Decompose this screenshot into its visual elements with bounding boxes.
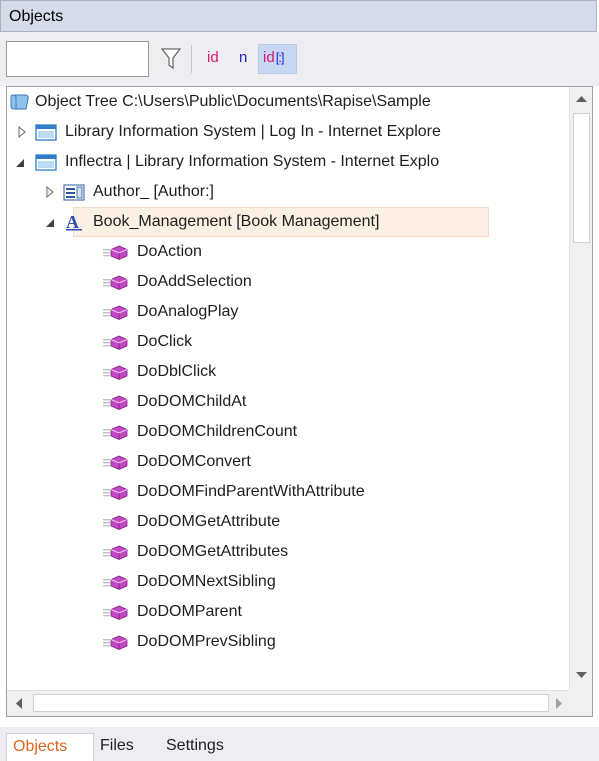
tree-action-item[interactable]: DoDOMConvert (7, 447, 570, 477)
tree-action-label: DoDOMFindParentWithAttribute (137, 483, 365, 500)
tree-action-item[interactable]: DoClick (7, 327, 570, 357)
tree-action-item[interactable]: DoDOMChildAt (7, 387, 570, 417)
tree-action-item[interactable]: DoDOMFindParentWithAttribute (7, 477, 570, 507)
tree-window-label: Library Information System | Log In - In… (65, 123, 441, 140)
method-icon (103, 605, 128, 620)
tree-action-label: DoClick (137, 333, 193, 350)
tree-action-item[interactable]: DoAnalogPlay (7, 297, 570, 327)
panel-tabs: Objects Files Settings (0, 727, 599, 761)
tree-action-item[interactable]: DoDOMGetAttribute (7, 507, 570, 537)
tree-action-label: DoDOMGetAttributes (137, 543, 289, 560)
tree-window-item[interactable]: Library Information System | Log In - In… (7, 117, 570, 147)
method-icon (103, 365, 128, 380)
object-tree-icon (10, 94, 29, 110)
tab-settings[interactable]: Settings (160, 733, 250, 761)
object-tree[interactable]: Object Tree C:\Users\Public\Documents\Ra… (7, 87, 570, 690)
method-icon (103, 335, 128, 350)
tree-object-label: Author_ [Author:] (93, 183, 214, 200)
scroll-right-arrow-icon[interactable] (555, 698, 563, 709)
tree-action-label: DoAction (137, 243, 202, 260)
method-icon (103, 575, 128, 590)
tree-action-item[interactable]: DoDOMGetAttributes (7, 537, 570, 567)
horizontal-scroll-thumb[interactable] (33, 694, 549, 712)
method-icon (103, 455, 128, 470)
tree-object-item[interactable]: Author_ [Author:] (7, 177, 570, 207)
tree-action-label: DoAnalogPlay (137, 303, 239, 320)
tree-object-item[interactable]: A Book_Management [Book Management] (7, 207, 570, 237)
tree-action-item[interactable]: DoDOMPrevSibling (7, 627, 570, 657)
tree-action-item[interactable]: DoDblClick (7, 357, 570, 387)
method-icon (103, 275, 128, 290)
vertical-scroll-thumb[interactable] (573, 113, 590, 243)
collapse-arrow-icon[interactable] (45, 217, 55, 229)
method-icon (103, 245, 128, 260)
collapse-arrow-icon[interactable] (15, 157, 25, 169)
toolbar-separator (191, 45, 192, 73)
tree-window-item[interactable]: Inflectra | Library Information System -… (7, 147, 570, 177)
svg-text:A: A (66, 213, 79, 231)
tree-action-label: DoDOMNextSibling (137, 573, 276, 590)
tree-action-label: DoDOMPrevSibling (137, 633, 276, 650)
tree-object-label: Book_Management [Book Management] (93, 213, 380, 230)
tree-action-item[interactable]: DoAddSelection (7, 267, 570, 297)
panel-title: Objects (9, 8, 64, 25)
toggle-id-brackets-label: id (263, 49, 275, 66)
tree-root-item[interactable]: Object Tree C:\Users\Public\Documents\Ra… (7, 87, 570, 117)
expand-arrow-icon[interactable] (45, 186, 55, 198)
window-icon (35, 154, 57, 171)
horizontal-scrollbar[interactable] (7, 690, 570, 716)
brackets-icon: [:] (275, 50, 285, 65)
tree-action-label: DoAddSelection (137, 273, 252, 290)
tree-action-label: DoDOMParent (137, 603, 242, 620)
tree-action-label: DoDOMConvert (137, 453, 251, 470)
filter-input[interactable] (6, 41, 149, 77)
toggle-id-button[interactable]: id (207, 49, 219, 66)
scroll-down-arrow-icon[interactable] (576, 671, 587, 679)
tree-root-label: Object Tree C:\Users\Public\Documents\Ra… (35, 93, 431, 110)
expand-arrow-icon[interactable] (17, 126, 27, 138)
panel-title-bar: Objects (0, 0, 597, 32)
filter-toolbar: id n id[:] (0, 32, 599, 86)
tree-window-label: Inflectra | Library Information System -… (65, 153, 440, 170)
method-icon (103, 545, 128, 560)
text-object-icon: A (66, 213, 82, 231)
tree-action-label: DoDblClick (137, 363, 217, 380)
tree-action-item[interactable]: DoDOMChildrenCount (7, 417, 570, 447)
tab-settings-label: Settings (166, 737, 224, 754)
tab-files-label: Files (100, 737, 134, 754)
tree-action-item[interactable]: DoDOMNextSibling (7, 567, 570, 597)
tree-action-label: DoDOMGetAttribute (137, 513, 281, 530)
tab-files[interactable]: Files (94, 733, 160, 761)
method-icon (103, 425, 128, 440)
method-icon (103, 635, 128, 650)
tab-objects[interactable]: Objects (6, 733, 94, 761)
tree-action-label: DoDOMChildrenCount (137, 423, 298, 440)
method-icon (103, 395, 128, 410)
vertical-scrollbar[interactable] (569, 87, 592, 690)
scroll-left-arrow-icon[interactable] (15, 698, 23, 709)
method-icon (103, 305, 128, 320)
window-icon (35, 124, 57, 141)
scroll-up-arrow-icon[interactable] (576, 95, 587, 103)
toggle-id-brackets-button[interactable]: id[:] (258, 44, 297, 74)
scrollbar-corner (570, 690, 592, 716)
method-icon (103, 515, 128, 530)
tree-action-item[interactable]: DoDOMParent (7, 597, 570, 627)
toggle-name-button[interactable]: n (239, 49, 247, 66)
tab-objects-label: Objects (13, 738, 68, 755)
tree-action-label: DoDOMChildAt (137, 393, 247, 410)
tree-action-item[interactable]: DoAction (7, 237, 570, 267)
object-tree-panel: Object Tree C:\Users\Public\Documents\Ra… (6, 86, 593, 717)
method-icon (103, 485, 128, 500)
list-object-icon (63, 184, 85, 201)
filter-funnel-icon[interactable] (161, 48, 181, 70)
